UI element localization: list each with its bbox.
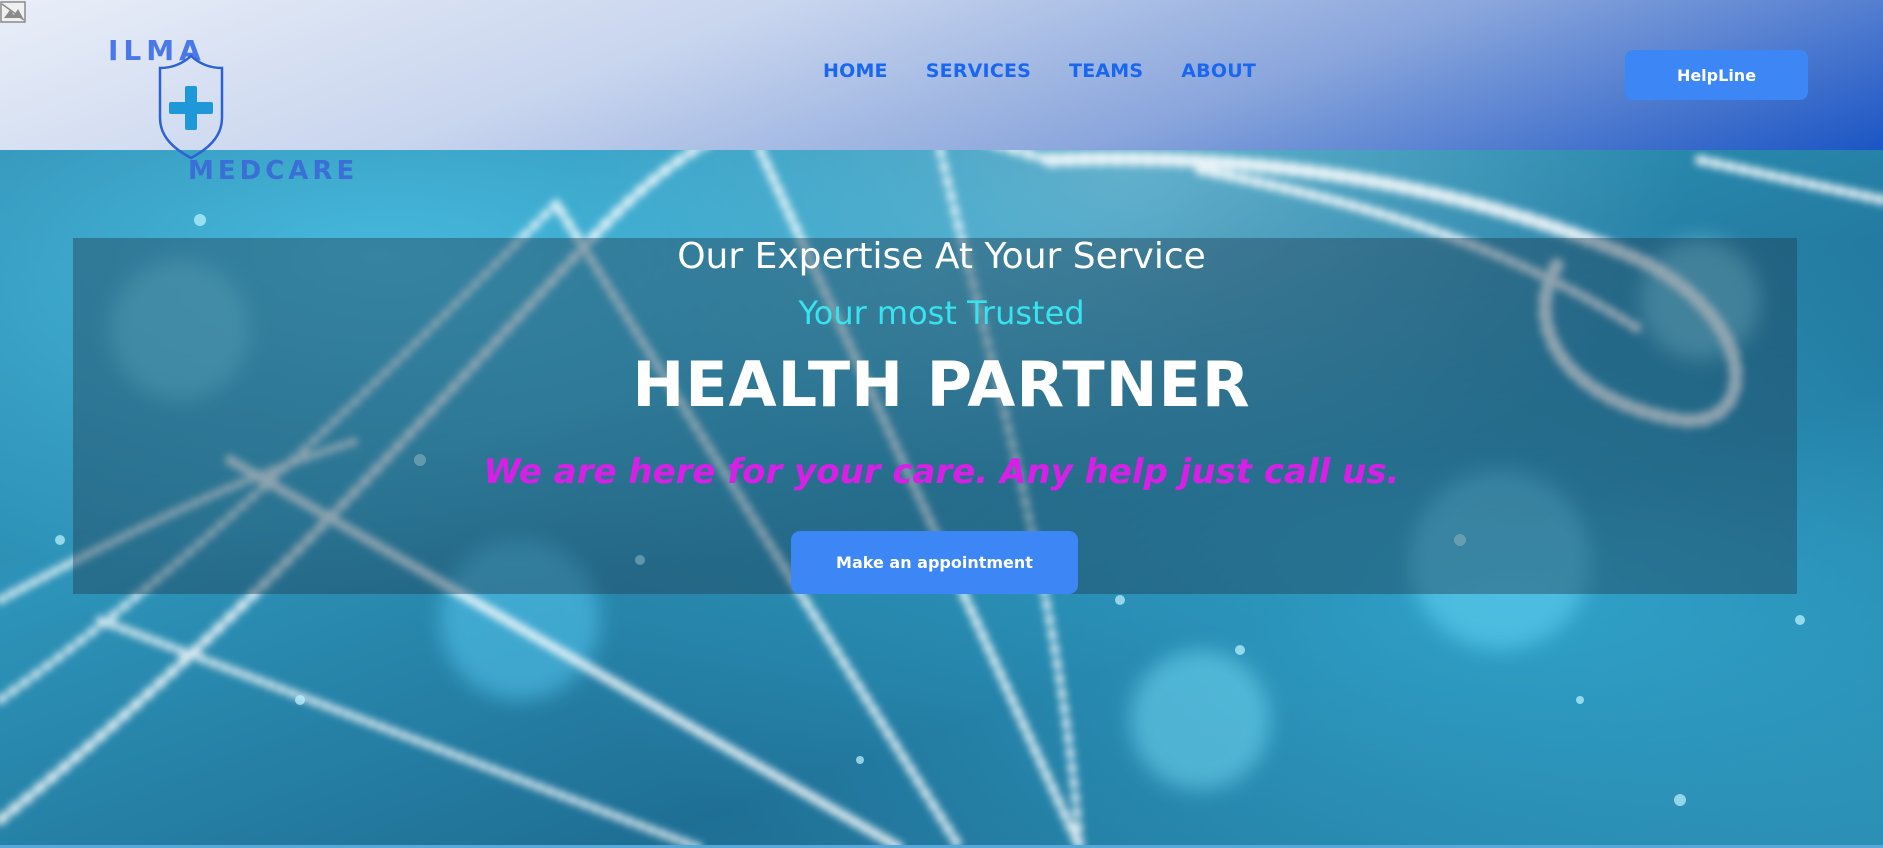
nav-link-about[interactable]: ABOUT [1181,60,1256,82]
site-logo[interactable]: ILMA MEDCARE [108,34,354,189]
nav-link-home[interactable]: HOME [823,60,888,82]
nav-link-teams[interactable]: TEAMS [1069,60,1143,82]
main-nav: HOME SERVICES TEAMS ABOUT [823,60,1256,82]
hero-tagline: Our Expertise At Your Service [677,236,1206,277]
shield-cross-icon [156,52,226,166]
make-appointment-button[interactable]: Make an appointment [791,531,1078,594]
hero-subtitle: Your most Trusted [798,294,1085,332]
logo-bottom-text: MEDCARE [188,156,359,186]
site-header: ILMA MEDCARE HOME SERVICES TEAMS ABOUT H… [0,0,1883,186]
hero-headline: HEALTH PARTNER [632,348,1251,421]
helpline-button[interactable]: HelpLine [1625,50,1808,100]
broken-image-icon [0,0,30,24]
nav-link-services[interactable]: SERVICES [926,60,1031,82]
hero-care-text: We are here for your care. Any help just… [483,452,1400,492]
